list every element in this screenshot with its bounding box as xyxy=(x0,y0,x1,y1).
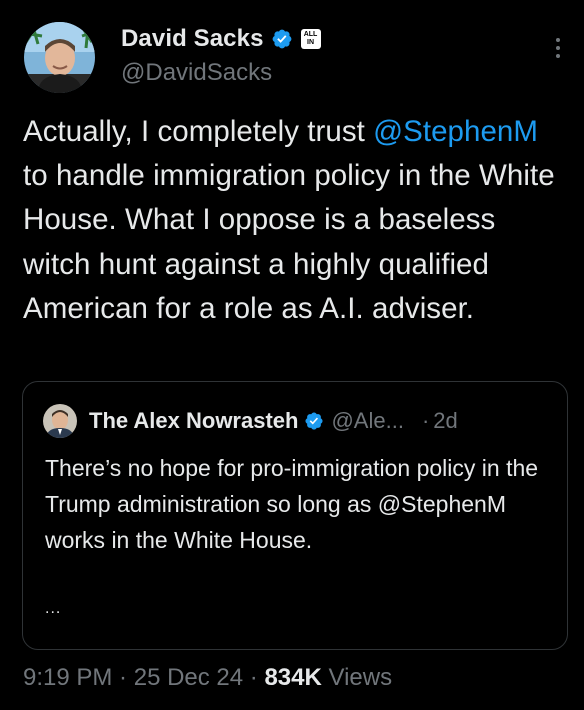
verified-badge-icon[interactable] xyxy=(271,28,293,50)
quoted-truncation-ellipsis: ... xyxy=(45,600,62,617)
author-handle[interactable]: @DavidSacks xyxy=(121,59,570,87)
quoted-author-avatar[interactable] xyxy=(43,404,77,438)
tweet-header: David Sacks ALL IN @DavidSacks xyxy=(24,22,570,96)
views-count[interactable]: 834K xyxy=(264,664,321,691)
quoted-tweet-text: There’s no hope for pro-immigration poli… xyxy=(45,455,539,553)
tweet-mention-link[interactable]: @StephenM xyxy=(373,115,538,148)
author-display-name[interactable]: David Sacks xyxy=(121,25,264,53)
tweet-time[interactable]: 9:19 PM xyxy=(23,664,112,691)
quoted-avatar-photo-icon xyxy=(43,404,77,438)
more-dot xyxy=(556,46,560,50)
tweet-date[interactable]: 25 Dec 24 xyxy=(134,664,243,691)
tweet-text-before: Actually, I completely trust xyxy=(23,115,374,148)
quoted-verified-badge-icon xyxy=(305,412,324,430)
tweet-body: Actually, I completely trust @StephenM t… xyxy=(23,110,568,331)
author-name-row: David Sacks ALL IN xyxy=(121,24,570,54)
quoted-handle[interactable]: @Ale... xyxy=(331,408,403,434)
quoted-display-name[interactable]: The Alex Nowrasteh xyxy=(89,408,298,434)
meta-separator: · xyxy=(112,664,134,691)
author-names: David Sacks ALL IN @DavidSacks xyxy=(121,24,570,87)
views-label: Views xyxy=(321,664,393,691)
more-options-icon[interactable] xyxy=(554,36,562,60)
tweet-meta: 9:19 PM · 25 Dec 24 · 834K Views xyxy=(23,664,392,692)
avatar-photo-icon xyxy=(24,22,95,93)
author-avatar[interactable] xyxy=(24,22,95,93)
quoted-timestamp[interactable]: 2d xyxy=(433,408,457,434)
tweet-text-after: to handle immigration policy in the Whit… xyxy=(23,159,555,325)
more-dot xyxy=(556,38,560,42)
affiliate-badge-text: ALL IN xyxy=(303,31,318,46)
quoted-tweet-header: The Alex Nowrasteh @Ale... · 2d xyxy=(43,404,547,438)
more-dot xyxy=(556,54,560,58)
quoted-tweet-card[interactable]: The Alex Nowrasteh @Ale... · 2d There’s … xyxy=(22,381,568,650)
quoted-separator: · xyxy=(421,408,430,433)
meta-separator: · xyxy=(243,664,265,691)
all-in-affiliate-badge[interactable]: ALL IN xyxy=(300,29,321,49)
